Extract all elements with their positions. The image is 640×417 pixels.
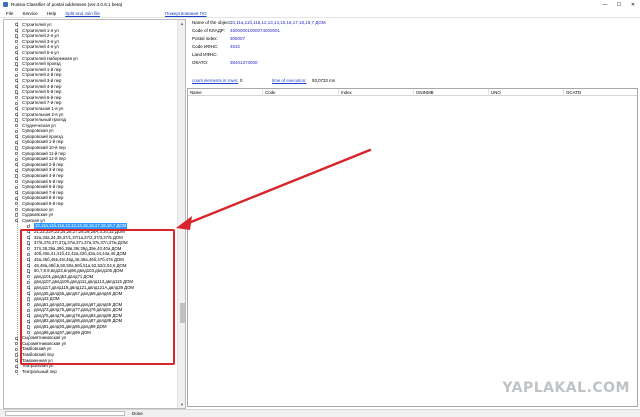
- info-label: Name of the object:: [192, 20, 232, 25]
- column-uno[interactable]: UNO: [488, 89, 501, 96]
- info-value: 10,11а,11б,11в,12,13,14,15,16,17,18,19,7…: [230, 20, 326, 25]
- status-bar: Done: [0, 409, 640, 417]
- count-elements-value: 0: [240, 78, 243, 83]
- count-elements-link[interactable]: count elements in rows:: [192, 78, 238, 84]
- info-label: Postal index:: [192, 36, 218, 41]
- grid-header: Name Code Index GNINMB UNO OCATD: [188, 89, 637, 96]
- menu-service[interactable]: Service: [22, 11, 37, 16]
- scroll-thumb[interactable]: [179, 303, 185, 323]
- tree-item-label: Театральный пер: [22, 368, 57, 374]
- tree-scrollbar[interactable]: ▲ ▼: [177, 20, 185, 408]
- time-execution-value: 93,0733 ms: [312, 78, 335, 83]
- info-value: 38401373000: [230, 60, 258, 65]
- scroll-down-icon[interactable]: ▼: [178, 401, 185, 408]
- scroll-up-icon[interactable]: ▲: [178, 20, 185, 27]
- maximize-icon[interactable]: ☐: [612, 0, 626, 9]
- column-name[interactable]: Name: [188, 89, 202, 96]
- info-label: Code ИФНС:: [192, 44, 219, 49]
- info-value: 305007: [230, 36, 246, 41]
- window-controls: — ☐ ✕: [598, 0, 640, 9]
- window-title: Russia Classifier of postal addresses (v…: [11, 2, 123, 7]
- split-join-link[interactable]: Split and Join file: [65, 11, 100, 16]
- column-code[interactable]: Code: [262, 89, 276, 96]
- title-bar: Russia Classifier of postal addresses (v…: [0, 0, 640, 9]
- column-ocatd[interactable]: OCATD: [563, 89, 581, 96]
- donation-link[interactable]: Пожертвования ПО: [165, 11, 207, 16]
- column-index[interactable]: Index: [338, 89, 352, 96]
- info-label: ОКАТО:: [192, 60, 209, 65]
- tree-guide-line: [17, 22, 18, 375]
- menu-file[interactable]: File: [6, 11, 13, 16]
- close-icon[interactable]: ✕: [626, 0, 640, 9]
- info-label: Code of КЛАДР:: [192, 28, 225, 33]
- watermark: YAPLAKAL.COM: [502, 380, 630, 396]
- highlight-box: [20, 229, 175, 365]
- info-label: Land ИФНС:: [192, 52, 218, 57]
- time-execution-link[interactable]: time of execution:: [272, 78, 306, 84]
- info-value: 4632: [230, 44, 241, 49]
- info-value: 46000001000074000001: [230, 28, 281, 33]
- progress-box: [5, 411, 125, 416]
- object-info-panel: Name of the object: 10,11а,11б,11в,12,13…: [192, 20, 632, 86]
- menu-bar: File Service Help Split and Join file По…: [0, 9, 640, 18]
- app-icon: [3, 2, 8, 7]
- results-grid[interactable]: Name Code Index GNINMB UNO OCATD: [187, 88, 638, 407]
- tree-street-item[interactable]: Театральный пер: [4, 369, 178, 375]
- menu-help[interactable]: Help: [47, 11, 56, 16]
- status-text: Done: [132, 411, 143, 416]
- column-gninmb[interactable]: GNINMB: [413, 89, 434, 96]
- minimize-icon[interactable]: —: [598, 0, 612, 9]
